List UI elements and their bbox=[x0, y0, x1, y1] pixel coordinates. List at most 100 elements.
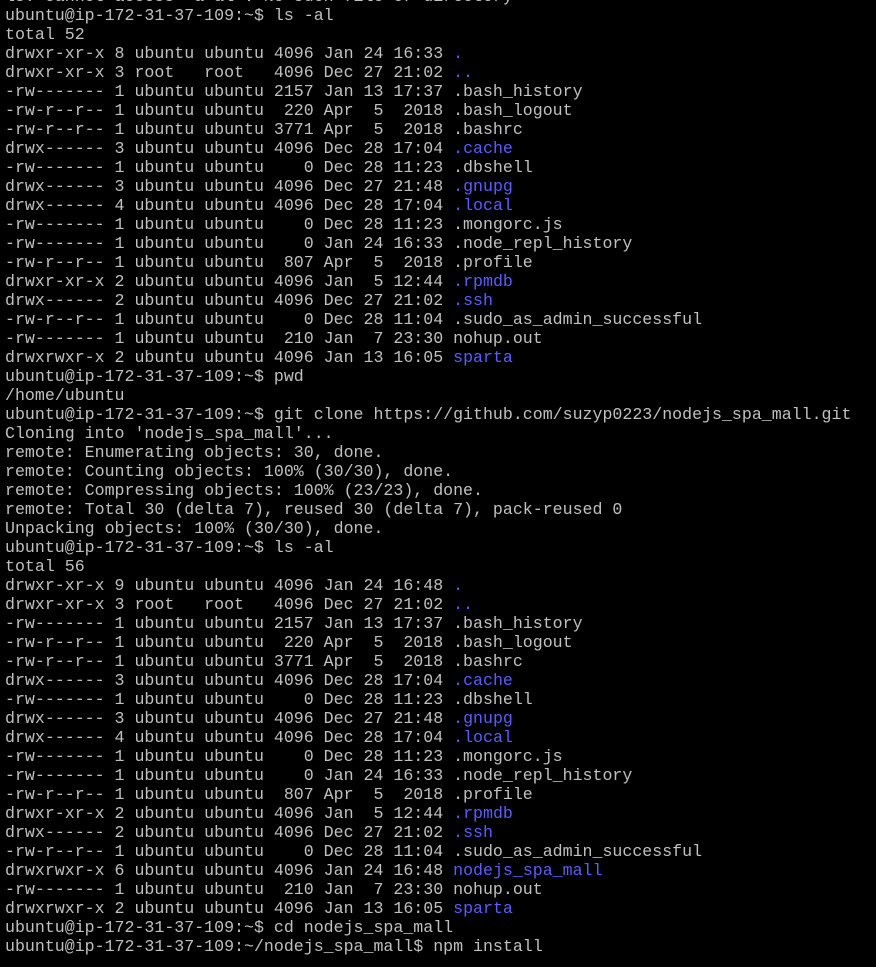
terminal-text: -rw------- 1 ubuntu ubuntu 0 Dec 28 11:2… bbox=[5, 215, 563, 234]
terminal-text: drwxr-xr-x 2 ubuntu ubuntu 4096 Jan 5 12… bbox=[5, 804, 454, 823]
directory-name: nodejs_spa_mall bbox=[453, 861, 603, 880]
directory-name: .rpmdb bbox=[453, 272, 513, 291]
terminal-text: -rw-r--r-- 1 ubuntu ubuntu 220 Apr 5 201… bbox=[5, 633, 573, 652]
terminal-text: drwx------ 3 ubuntu ubuntu 4096 Dec 27 2… bbox=[5, 177, 454, 196]
terminal-line: drwxr-xr-x 3 root root 4096 Dec 27 21:02… bbox=[0, 595, 876, 614]
terminal-text: ubuntu@ip-172-31-37-109:~$ git clone htt… bbox=[5, 405, 852, 424]
terminal-text: drwxr-xr-x 8 ubuntu ubuntu 4096 Jan 24 1… bbox=[5, 44, 454, 63]
terminal-line: drwx------ 3 ubuntu ubuntu 4096 Dec 27 2… bbox=[0, 709, 876, 728]
terminal-text: drwx------ 2 ubuntu ubuntu 4096 Dec 27 2… bbox=[5, 823, 454, 842]
directory-name: sparta bbox=[453, 348, 513, 367]
terminal-line: -rw------- 1 ubuntu ubuntu 2157 Jan 13 1… bbox=[0, 614, 876, 633]
terminal-text: Cloning into 'nodejs_spa_mall'... bbox=[5, 424, 334, 443]
terminal-line: -rw------- 1 ubuntu ubuntu 0 Dec 28 11:2… bbox=[0, 215, 876, 234]
terminal-text: -rw------- 1 ubuntu ubuntu 2157 Jan 13 1… bbox=[5, 614, 583, 633]
terminal-text: -rw------- 1 ubuntu ubuntu 2157 Jan 13 1… bbox=[5, 82, 583, 101]
directory-name: .ssh bbox=[453, 823, 493, 842]
terminal-text: -rw------- 1 ubuntu ubuntu 210 Jan 7 23:… bbox=[5, 329, 543, 348]
terminal-line: remote: Enumerating objects: 30, done. bbox=[0, 443, 876, 462]
directory-name: . bbox=[453, 44, 464, 63]
terminal-line: ubuntu@ip-172-31-37-109:~$ pwd bbox=[0, 367, 876, 386]
terminal-text: drwxrwxr-x 2 ubuntu ubuntu 4096 Jan 13 1… bbox=[5, 348, 454, 367]
terminal-text: -rw------- 1 ubuntu ubuntu 0 Jan 24 16:3… bbox=[5, 234, 633, 253]
terminal-line: Unpacking objects: 100% (30/30), done. bbox=[0, 519, 876, 538]
terminal-text: -rw------- 1 ubuntu ubuntu 0 Jan 24 16:3… bbox=[5, 766, 633, 785]
terminal-text: -rw-r--r-- 1 ubuntu ubuntu 3771 Apr 5 20… bbox=[5, 652, 523, 671]
terminal-text: drwx------ 3 ubuntu ubuntu 4096 Dec 28 1… bbox=[5, 139, 454, 158]
terminal-line: -rw------- 1 ubuntu ubuntu 2157 Jan 13 1… bbox=[0, 82, 876, 101]
terminal-text: -rw-r--r-- 1 ubuntu ubuntu 807 Apr 5 201… bbox=[5, 785, 533, 804]
terminal-line: drwxr-xr-x 9 ubuntu ubuntu 4096 Jan 24 1… bbox=[0, 576, 876, 595]
terminal-text: ubuntu@ip-172-31-37-109:~$ ls -al bbox=[5, 6, 334, 25]
terminal-line: drwx------ 3 ubuntu ubuntu 4096 Dec 27 2… bbox=[0, 177, 876, 196]
directory-name: .gnupg bbox=[453, 177, 513, 196]
terminal-text: ubuntu@ip-172-31-37-109:~$ cd nodejs_spa… bbox=[5, 918, 454, 937]
terminal-line: drwx------ 3 ubuntu ubuntu 4096 Dec 28 1… bbox=[0, 139, 876, 158]
terminal-text: -rw-r--r-- 1 ubuntu ubuntu 3771 Apr 5 20… bbox=[5, 120, 523, 139]
terminal-text: -rw-r--r-- 1 ubuntu ubuntu 807 Apr 5 201… bbox=[5, 253, 533, 272]
terminal-text: drwxrwxr-x 6 ubuntu ubuntu 4096 Jan 24 1… bbox=[5, 861, 454, 880]
terminal-line: -rw-r--r-- 1 ubuntu ubuntu 807 Apr 5 201… bbox=[0, 785, 876, 804]
terminal-text: total 52 bbox=[5, 25, 85, 44]
terminal-line: drwx------ 3 ubuntu ubuntu 4096 Dec 28 1… bbox=[0, 671, 876, 690]
directory-name: .local bbox=[453, 196, 513, 215]
terminal-line: -rw------- 1 ubuntu ubuntu 210 Jan 7 23:… bbox=[0, 329, 876, 348]
directory-name: .gnupg bbox=[453, 709, 513, 728]
terminal-text: drwxr-xr-x 2 ubuntu ubuntu 4096 Jan 5 12… bbox=[5, 272, 454, 291]
terminal-line: -rw-r--r-- 1 ubuntu ubuntu 0 Dec 28 11:0… bbox=[0, 310, 876, 329]
terminal-line: ubuntu@ip-172-31-37-109:~$ git clone htt… bbox=[0, 405, 876, 424]
directory-name: .. bbox=[453, 595, 474, 614]
terminal-line: ubuntu@ip-172-31-37-109:~/nodejs_spa_mal… bbox=[0, 937, 876, 956]
terminal-text: drwx------ 3 ubuntu ubuntu 4096 Dec 27 2… bbox=[5, 709, 454, 728]
terminal-line: -rw-r--r-- 1 ubuntu ubuntu 0 Dec 28 11:0… bbox=[0, 842, 876, 861]
terminal-line: -rw-r--r-- 1 ubuntu ubuntu 3771 Apr 5 20… bbox=[0, 652, 876, 671]
terminal-text: remote: Counting objects: 100% (30/30), … bbox=[5, 462, 454, 481]
terminal-text: Unpacking objects: 100% (30/30), done. bbox=[5, 519, 384, 538]
terminal-text: -rw-r--r-- 1 ubuntu ubuntu 220 Apr 5 201… bbox=[5, 101, 573, 120]
terminal-text: total 56 bbox=[5, 557, 85, 576]
terminal-line: drwxrwxr-x 6 ubuntu ubuntu 4096 Jan 24 1… bbox=[0, 861, 876, 880]
terminal-text: ubuntu@ip-172-31-37-109:~$ ls -al bbox=[5, 538, 334, 557]
directory-name: . bbox=[453, 576, 464, 595]
terminal-line: drwxr-xr-x 2 ubuntu ubuntu 4096 Jan 5 12… bbox=[0, 804, 876, 823]
terminal-text: drwx------ 3 ubuntu ubuntu 4096 Dec 28 1… bbox=[5, 671, 454, 690]
terminal-line: drwxrwxr-x 2 ubuntu ubuntu 4096 Jan 13 1… bbox=[0, 899, 876, 918]
directory-name: .cache bbox=[453, 139, 513, 158]
terminal-line: total 56 bbox=[0, 557, 876, 576]
terminal-text: ubuntu@ip-172-31-37-109:~/nodejs_spa_mal… bbox=[5, 937, 543, 956]
directory-name: .local bbox=[453, 728, 513, 747]
terminal-line: -rw------- 1 ubuntu ubuntu 0 Jan 24 16:3… bbox=[0, 234, 876, 253]
terminal-line: remote: Counting objects: 100% (30/30), … bbox=[0, 462, 876, 481]
terminal-text: drwxr-xr-x 3 root root 4096 Dec 27 21:02 bbox=[5, 63, 454, 82]
terminal-text: drwx------ 4 ubuntu ubuntu 4096 Dec 28 1… bbox=[5, 728, 454, 747]
directory-name: .rpmdb bbox=[453, 804, 513, 823]
terminal-text: -rw------- 1 ubuntu ubuntu 0 Dec 28 11:2… bbox=[5, 158, 533, 177]
directory-name: .cache bbox=[453, 671, 513, 690]
terminal-line: /home/ubuntu bbox=[0, 386, 876, 405]
terminal-line: drwx------ 2 ubuntu ubuntu 4096 Dec 27 2… bbox=[0, 291, 876, 310]
directory-name: sparta bbox=[453, 899, 513, 918]
terminal-line: -rw-r--r-- 1 ubuntu ubuntu 220 Apr 5 201… bbox=[0, 101, 876, 120]
terminal-text: drwxr-xr-x 3 root root 4096 Dec 27 21:02 bbox=[5, 595, 454, 614]
terminal-text: drwxr-xr-x 9 ubuntu ubuntu 4096 Jan 24 1… bbox=[5, 576, 454, 595]
terminal-line: ubuntu@ip-172-31-37-109:~$ cd nodejs_spa… bbox=[0, 918, 876, 937]
terminal-text: -rw------- 1 ubuntu ubuntu 0 Dec 28 11:2… bbox=[5, 747, 563, 766]
terminal-text: remote: Compressing objects: 100% (23/23… bbox=[5, 481, 483, 500]
terminal-line: -rw-r--r-- 1 ubuntu ubuntu 220 Apr 5 201… bbox=[0, 633, 876, 652]
terminal-line: ubuntu@ip-172-31-37-109:~$ ls -al bbox=[0, 6, 876, 25]
terminal-line: drwx------ 4 ubuntu ubuntu 4096 Dec 28 1… bbox=[0, 196, 876, 215]
terminal-output[interactable]: ls: cannot access 'a-al': No such file o… bbox=[0, 0, 876, 956]
terminal-line: drwxr-xr-x 8 ubuntu ubuntu 4096 Jan 24 1… bbox=[0, 44, 876, 63]
terminal-line: Cloning into 'nodejs_spa_mall'... bbox=[0, 424, 876, 443]
terminal-text: -rw------- 1 ubuntu ubuntu 0 Dec 28 11:2… bbox=[5, 690, 533, 709]
terminal-line: -rw------- 1 ubuntu ubuntu 0 Dec 28 11:2… bbox=[0, 690, 876, 709]
terminal-line: -rw------- 1 ubuntu ubuntu 0 Dec 28 11:2… bbox=[0, 747, 876, 766]
terminal-line: -rw------- 1 ubuntu ubuntu 0 Dec 28 11:2… bbox=[0, 158, 876, 177]
terminal-line: total 52 bbox=[0, 25, 876, 44]
terminal-text: remote: Total 30 (delta 7), reused 30 (d… bbox=[5, 500, 623, 519]
terminal-line: drwxr-xr-x 3 root root 4096 Dec 27 21:02… bbox=[0, 63, 876, 82]
terminal-text: drwx------ 4 ubuntu ubuntu 4096 Dec 28 1… bbox=[5, 196, 454, 215]
terminal-text: -rw-r--r-- 1 ubuntu ubuntu 0 Dec 28 11:0… bbox=[5, 842, 703, 861]
terminal-line: drwxr-xr-x 2 ubuntu ubuntu 4096 Jan 5 12… bbox=[0, 272, 876, 291]
terminal-line: drwxrwxr-x 2 ubuntu ubuntu 4096 Jan 13 1… bbox=[0, 348, 876, 367]
